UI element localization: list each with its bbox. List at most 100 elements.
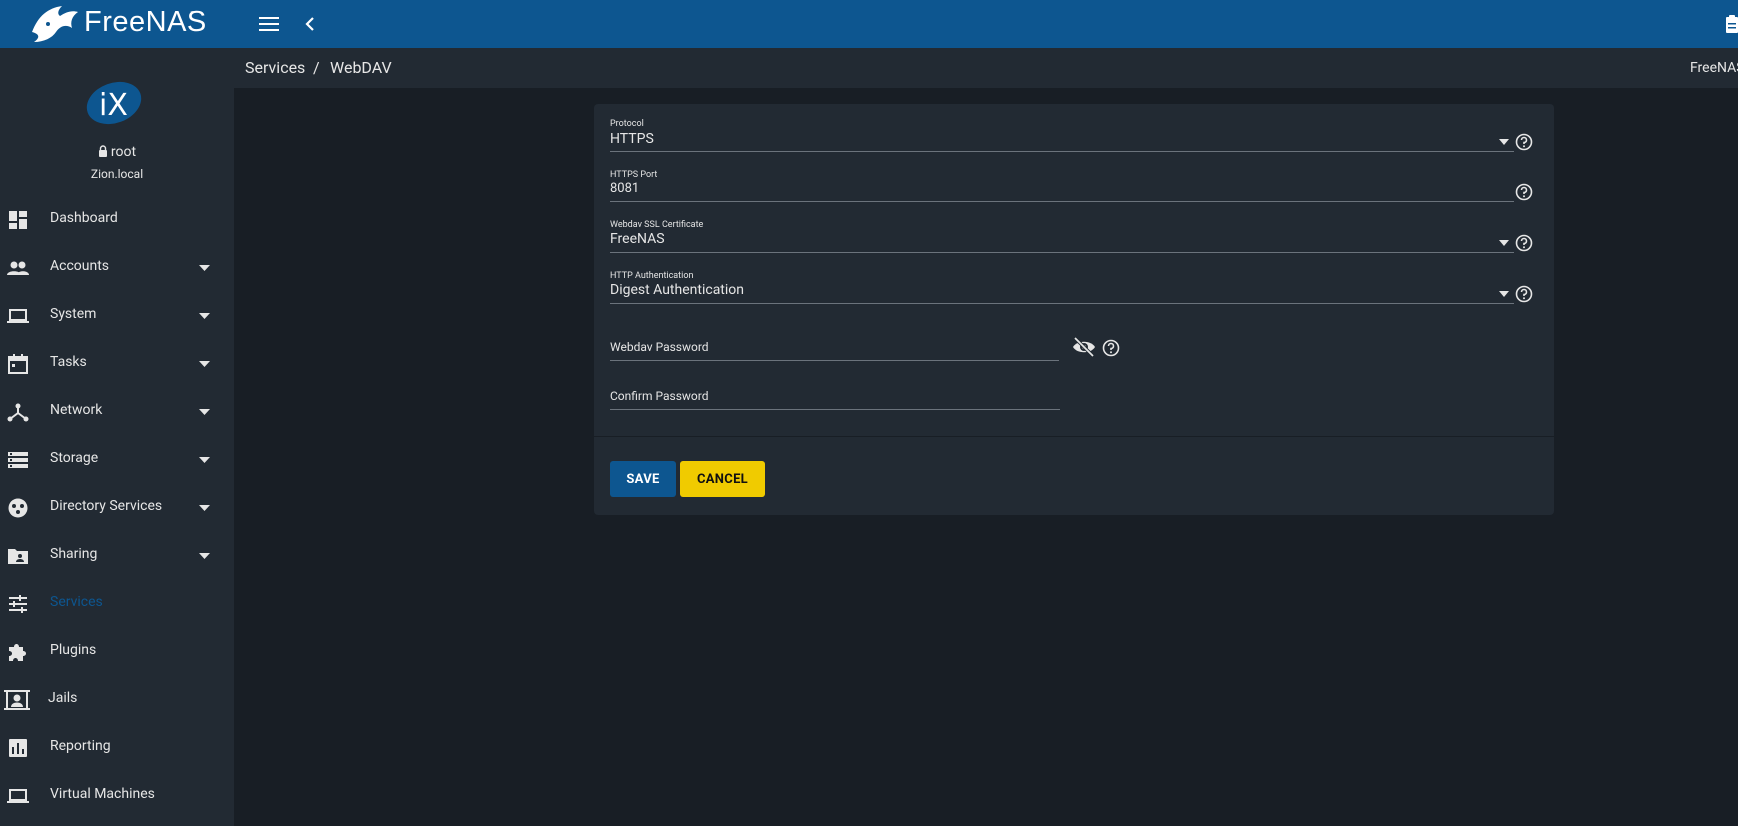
webdav-form-card: Protocol HTTPS HTTPS Port 8081 Webdav SS… [594, 104, 1554, 515]
caret-down-icon [199, 265, 210, 271]
divider [594, 436, 1554, 437]
caret-down-icon [199, 313, 210, 319]
menu-icon[interactable] [257, 13, 281, 35]
save-button[interactable]: SAVE [610, 461, 676, 497]
sidebar-item-label: Storage [50, 450, 99, 466]
underline [610, 151, 1514, 152]
help-icon[interactable] [1102, 339, 1120, 357]
caret-down-icon [199, 505, 210, 511]
hostname-label: Zion.local [90, 167, 144, 181]
dropdown-arrow-icon [1499, 291, 1509, 297]
calendar-icon [8, 354, 28, 374]
sidebar-item-label: Tasks [50, 354, 87, 370]
sidebar-item-label: Network [50, 402, 103, 418]
sidebar-item-tasks[interactable]: Tasks [0, 340, 234, 388]
sidebar-item-network[interactable]: Network [0, 388, 234, 436]
http-authentication-value: Digest Authentication [610, 282, 745, 298]
breadcrumb-services-link[interactable]: Services [245, 58, 305, 77]
sidebar-item-plugins[interactable]: Plugins [0, 628, 234, 676]
logo[interactable]: FreeNAS ™ [0, 0, 234, 48]
sidebar-item-label: Accounts [50, 258, 110, 274]
sidebar-item-label: Reporting [50, 738, 111, 754]
sidebar-item-virtual-machines[interactable]: Virtual Machines [0, 772, 234, 820]
directory-icon [8, 498, 28, 518]
laptop-icon [7, 309, 29, 323]
sidebar-item-storage[interactable]: Storage [0, 436, 234, 484]
dropdown-arrow-icon [1499, 139, 1509, 145]
caret-down-icon [199, 361, 210, 367]
lock-icon [98, 145, 107, 157]
sidebar-item-label: Jails [48, 690, 78, 706]
underline [610, 409, 1060, 410]
confirm-password-placeholder: Confirm Password [610, 389, 709, 403]
https-port-field[interactable]: HTTPS Port 8081 [610, 170, 1550, 212]
underline [610, 360, 1059, 361]
underline [610, 252, 1514, 253]
sidebar-item-jails[interactable]: Jails [0, 676, 234, 724]
people-icon [7, 261, 29, 275]
sidebar-item-system[interactable]: System [0, 292, 234, 340]
sidebar-item-label: Services [50, 594, 103, 610]
dropdown-arrow-icon [1499, 240, 1509, 246]
network-icon [7, 403, 29, 422]
breadcrumb-separator: / [313, 58, 320, 77]
sidebar-item-services[interactable]: Services [0, 580, 234, 628]
sidebar-item-label: Virtual Machines [50, 786, 155, 802]
sidebar-item-directory-services[interactable]: Directory Services [0, 484, 234, 532]
underline [610, 303, 1514, 304]
shared-folder-icon [8, 549, 28, 564]
system-name-label: FreeNAS [1690, 60, 1738, 76]
sidebar-item-label: Directory Services [50, 498, 163, 514]
breadcrumb: Services / WebDAV [234, 48, 1738, 88]
freenas-shark-icon [32, 6, 78, 42]
sidebar-item-label: Sharing [50, 546, 98, 562]
jail-icon [4, 690, 30, 710]
svg-text:iX: iX [99, 88, 128, 123]
http-authentication-select[interactable]: HTTP Authentication Digest Authenticatio… [610, 271, 1550, 313]
user-name: root [0, 144, 234, 160]
ssl-certificate-label: Webdav SSL Certificate [610, 220, 704, 230]
username-label: root [110, 144, 137, 160]
help-icon[interactable] [1515, 133, 1533, 151]
storage-icon [8, 452, 28, 468]
protocol-select[interactable]: Protocol HTTPS [610, 119, 1550, 161]
sidebar-item-sharing[interactable]: Sharing [0, 532, 234, 580]
sidebar-item-reporting[interactable]: Reporting [0, 724, 234, 772]
sidebar-item-label: Plugins [50, 642, 97, 658]
dashboard-icon [9, 211, 27, 229]
sidebar-item-label: Dashboard [50, 210, 118, 226]
protocol-value: HTTPS [610, 131, 654, 147]
webdav-password-placeholder: Webdav Password [610, 340, 709, 354]
help-icon[interactable] [1515, 234, 1533, 252]
help-icon[interactable] [1515, 285, 1533, 303]
sidebar-item-accounts[interactable]: Accounts [0, 244, 234, 292]
app-name: FreeNAS [84, 6, 207, 38]
underline [610, 201, 1514, 202]
help-icon[interactable] [1515, 183, 1533, 201]
ssl-certificate-value: FreeNAS [610, 231, 665, 247]
protocol-label: Protocol [610, 119, 644, 129]
top-bar: FreeNAS ™ [0, 0, 1738, 48]
laptop-icon [7, 789, 29, 803]
trademark: ™ [190, 10, 195, 18]
breadcrumb-current: WebDAV [330, 58, 392, 77]
cancel-button[interactable]: CANCEL [680, 461, 765, 497]
confirm-password-field[interactable]: Confirm Password [610, 384, 1070, 424]
ssl-certificate-select[interactable]: Webdav SSL Certificate FreeNAS [610, 220, 1550, 262]
chart-icon [9, 739, 27, 757]
eye-off-icon[interactable] [1072, 337, 1096, 357]
http-authentication-label: HTTP Authentication [610, 271, 694, 281]
puzzle-icon [9, 644, 26, 661]
sidebar-item-dashboard[interactable]: Dashboard [0, 196, 234, 244]
https-port-label: HTTPS Port [610, 170, 658, 180]
https-port-value: 8081 [610, 181, 640, 196]
sidebar-item-label: System [50, 306, 97, 322]
chevron-left-icon[interactable] [300, 13, 320, 35]
webdav-password-field[interactable]: Webdav Password [610, 334, 1130, 374]
caret-down-icon [199, 553, 210, 559]
caret-down-icon [199, 409, 210, 415]
clipboard-icon[interactable] [1724, 14, 1738, 34]
tune-icon [9, 595, 27, 613]
ix-avatar-icon: iX [86, 81, 142, 125]
caret-down-icon [199, 457, 210, 463]
